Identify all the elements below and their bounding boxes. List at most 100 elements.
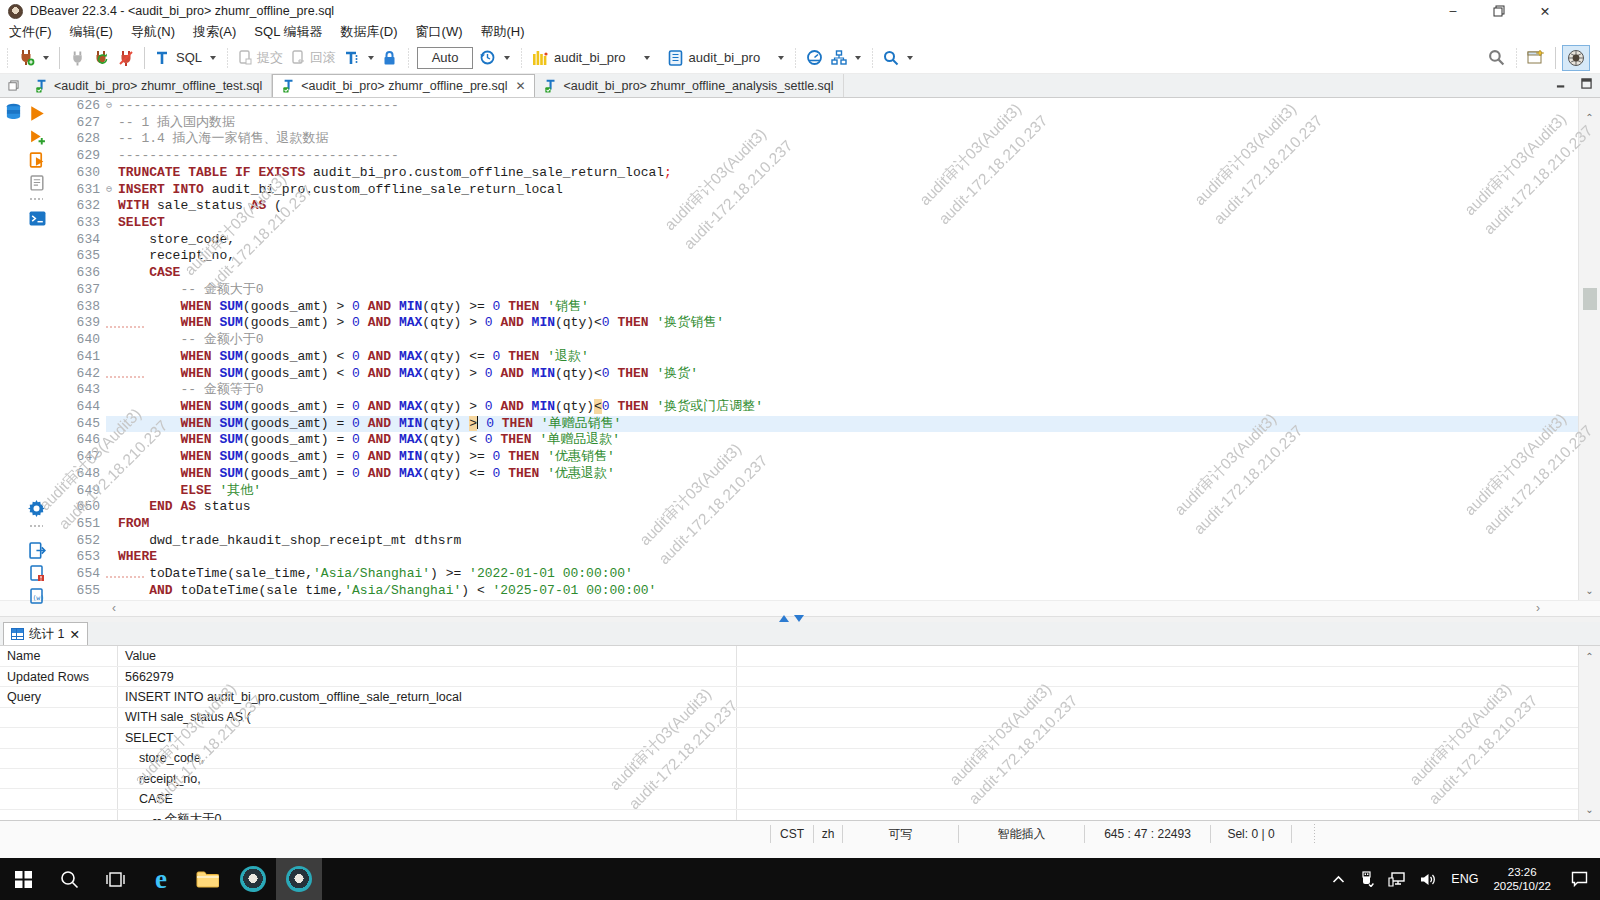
splitter-up-icon[interactable] — [779, 615, 789, 622]
commit-mode-combo[interactable]: Auto — [417, 47, 473, 69]
new-connection-dropdown[interactable] — [43, 56, 49, 60]
execute-script-icon[interactable] — [29, 105, 46, 122]
status-cell-0[interactable]: CST — [771, 821, 813, 847]
connection-selector[interactable]: audit_bi_pro — [528, 46, 630, 70]
stats-row[interactable]: Updated Rows5662979 — [0, 667, 1600, 687]
status-cell-3[interactable]: 智能插入 — [959, 821, 1084, 847]
status-cell-2[interactable]: 可写 — [843, 821, 958, 847]
rollback-button[interactable]: 回滚 — [287, 46, 340, 70]
code-line-642[interactable]: 642 WHEN SUM(goods_amt) < 0 AND MAX(qty)… — [48, 366, 1578, 383]
code-line-627[interactable]: 627-- 1 插入国内数据 — [48, 115, 1578, 132]
panel-scroll-up-icon[interactable]: ⌃ — [1579, 651, 1600, 662]
reconnect-button[interactable] — [89, 46, 114, 70]
stats-tab[interactable]: 统计 1 ✕ — [3, 622, 88, 645]
code-line-628[interactable]: 628-- 1.4 插入海一家销售、退款数据 — [48, 131, 1578, 148]
code-line-655[interactable]: 655 AND toDateTime(sale time,'Asia/Shang… — [48, 583, 1578, 600]
menu-a[interactable]: 搜索(A) — [184, 23, 245, 41]
scroll-left-icon[interactable]: ‹ — [112, 601, 116, 616]
database-stack-icon[interactable] — [5, 103, 22, 120]
scrollbar-thumb[interactable] — [1583, 288, 1597, 310]
output-log-icon[interactable] — [29, 565, 46, 582]
code-line-638[interactable]: 638 WHEN SUM(goods_amt) > 0 AND MIN(qty)… — [48, 299, 1578, 316]
transaction-dropdown[interactable] — [368, 56, 374, 60]
code-line-648[interactable]: 648 WHEN SUM(goods_amt) = 0 AND MAX(qty)… — [48, 466, 1578, 483]
sql-editor-button[interactable]: SQL — [151, 46, 206, 70]
connection-dropdown[interactable] — [644, 56, 650, 60]
menu-f[interactable]: 文件(F) — [0, 23, 61, 41]
volume-tray-button[interactable] — [1413, 858, 1444, 900]
action-center-button[interactable] — [1559, 858, 1600, 900]
code-line-639[interactable]: 639 WHEN SUM(goods_amt) > 0 AND MAX(qty)… — [48, 315, 1578, 332]
editor-tab-0[interactable]: <audit_bi_pro> zhumr_offline_test.sql — [26, 74, 272, 97]
quick-access-search[interactable] — [1484, 46, 1509, 70]
stats-tab-close-icon[interactable]: ✕ — [69, 627, 79, 642]
code-line-647[interactable]: 647 WHEN SUM(goods_amt) = 0 AND MIN(qty)… — [48, 449, 1578, 466]
menu-h[interactable]: 帮助(H) — [471, 23, 533, 41]
close-button[interactable]: ✕ — [1522, 0, 1568, 22]
code-line-631[interactable]: 631⊖INSERT INTO audit_bi_pro.custom_offl… — [48, 182, 1578, 199]
explain-plan-icon[interactable] — [29, 175, 46, 192]
file-explorer-button[interactable] — [184, 858, 230, 900]
execute-statement-icon[interactable] — [29, 152, 46, 169]
status-cell-5[interactable]: Sel: 0 | 0 — [1211, 821, 1291, 847]
disconnect-button[interactable] — [114, 46, 138, 70]
start-button[interactable] — [0, 858, 46, 900]
task-view-button[interactable] — [92, 858, 138, 900]
code-line-634[interactable]: 634 store_code, — [48, 232, 1578, 249]
taskbar-search-button[interactable] — [46, 858, 92, 900]
code-line-643[interactable]: 643 -- 金额等于0 — [48, 382, 1578, 399]
maximize-view-icon[interactable] — [1581, 78, 1592, 89]
export-result-icon[interactable] — [29, 542, 46, 559]
settings-gear-icon[interactable] — [28, 500, 45, 517]
fold-marker-icon[interactable]: ⊖ — [106, 98, 118, 115]
query-log-icon[interactable]: (w) — [29, 588, 46, 605]
editor-code[interactable]: 626⊖------------------------------------… — [48, 98, 1578, 600]
code-line-650[interactable]: 650 END AS status — [48, 499, 1578, 516]
code-line-646[interactable]: 646 WHEN SUM(goods_amt) = 0 AND MAX(qty)… — [48, 432, 1578, 449]
transaction-log-button[interactable] — [475, 46, 500, 70]
panel-vertical-scrollbar[interactable]: ⌃ ⌄ — [1578, 646, 1600, 820]
panel-scroll-down-icon[interactable]: ⌄ — [1579, 804, 1600, 815]
code-line-641[interactable]: 641 WHEN SUM(goods_amt) < 0 AND MAX(qty)… — [48, 349, 1578, 366]
code-line-636[interactable]: 636 CASE — [48, 265, 1578, 282]
stats-row[interactable]: SELECT — [0, 728, 1600, 748]
code-line-626[interactable]: 626⊖------------------------------------ — [48, 98, 1578, 115]
menu-e[interactable]: 编辑(E) — [61, 23, 122, 41]
scroll-down-icon[interactable]: ⌄ — [1579, 585, 1600, 596]
menu-sql[interactable]: SQL 编辑器 — [245, 23, 331, 41]
tabbar-restore-icon[interactable] — [0, 74, 26, 97]
code-line-637[interactable]: 637 -- 金额大于0 — [48, 282, 1578, 299]
fold-marker-icon[interactable]: ⊖ — [106, 182, 118, 199]
scroll-right-icon[interactable]: › — [1536, 601, 1540, 616]
stats-row[interactable]: WITH sale_status AS ( — [0, 708, 1600, 728]
minimize-view-icon[interactable] — [1556, 78, 1567, 89]
transaction-log-dropdown[interactable] — [504, 56, 510, 60]
menu-w[interactable]: 窗口(W) — [407, 23, 472, 41]
taskbar-clock[interactable]: 23:26 2025/10/22 — [1485, 865, 1559, 893]
sql-editor-dropdown[interactable] — [210, 56, 216, 60]
network-profile-button[interactable] — [827, 46, 851, 70]
editor-tab-2[interactable]: <audit_bi_pro> zhumr_offline_analysis_se… — [535, 74, 843, 97]
panel-splitter[interactable] — [0, 616, 1600, 622]
code-line-630[interactable]: 630TRUNCATE TABLE IF EXISTS audit_bi_pro… — [48, 165, 1578, 182]
execute-new-tab-icon[interactable] — [29, 129, 46, 146]
menu-d[interactable]: 数据库(D) — [332, 23, 407, 41]
splitter-down-icon[interactable] — [794, 615, 804, 622]
code-line-629[interactable]: 629------------------------------------ — [48, 148, 1578, 165]
code-line-644[interactable]: 644 WHEN SUM(goods_amt) = 0 AND MAX(qty)… — [48, 399, 1578, 416]
restore-button[interactable] — [1476, 0, 1522, 22]
code-line-651[interactable]: 651FROM — [48, 516, 1578, 533]
minimize-button[interactable]: – — [1430, 0, 1476, 22]
language-indicator[interactable]: ENG — [1444, 858, 1485, 900]
dbeaver-taskbar-button[interactable] — [230, 858, 276, 900]
usb-tray-button[interactable] — [1352, 858, 1381, 900]
menu-n[interactable]: 导航(N) — [122, 23, 184, 41]
stats-row[interactable]: -- 金额大于0 — [0, 810, 1600, 820]
code-line-653[interactable]: 653WHERE — [48, 549, 1578, 566]
connect-button[interactable] — [66, 46, 89, 70]
code-line-645[interactable]: 645 WHEN SUM(goods_amt) = 0 AND MIN(qty)… — [48, 416, 1578, 433]
stats-row[interactable]: store_code, — [0, 749, 1600, 769]
terminal-icon[interactable] — [29, 210, 46, 227]
schema-dropdown[interactable] — [778, 56, 784, 60]
tab-close-icon[interactable]: ✕ — [515, 79, 525, 93]
